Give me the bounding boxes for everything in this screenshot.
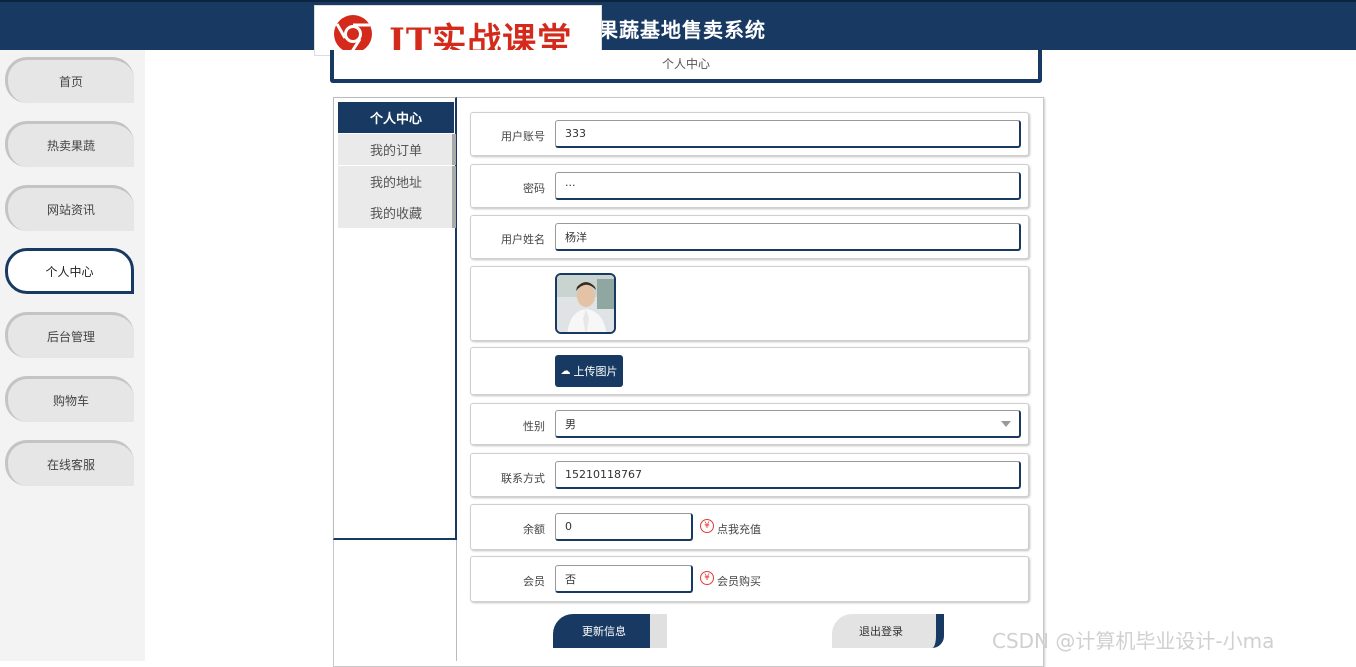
left-nav-orders[interactable]: 我的订单: [338, 134, 456, 165]
form-row-phone: 联系方式 15210118767: [470, 453, 1029, 497]
top-navbar: 果蔬基地售卖系统: [0, 0, 1356, 50]
form-row-upload: ☁ 上传图片: [470, 347, 1029, 395]
section-title: 个人中心: [330, 50, 1042, 83]
watermark: CSDN @计算机毕业设计-小ma: [992, 629, 1275, 653]
upload-image-button[interactable]: ☁ 上传图片: [555, 355, 623, 387]
form-row-password: 密码 ···: [470, 164, 1029, 208]
gender-label: 性别: [523, 420, 545, 433]
upload-label: 上传图片: [573, 365, 618, 378]
sidebar-item-home[interactable]: 首页: [5, 57, 134, 103]
password-label: 密码: [523, 182, 545, 195]
sidebar-item-cart[interactable]: 购物车: [5, 376, 134, 422]
left-nav-favorites[interactable]: 我的收藏: [338, 197, 456, 228]
recharge-link[interactable]: 点我充值: [717, 521, 761, 537]
sidebar-item-admin[interactable]: 后台管理: [5, 312, 134, 358]
sidebar-item-support[interactable]: 在线客服: [5, 440, 134, 486]
left-nav-favorites-label: 我的收藏: [369, 207, 422, 222]
cloud-upload-icon: ☁: [560, 365, 571, 377]
member-label: 会员: [523, 575, 545, 588]
left-nav-address[interactable]: 我的地址: [338, 166, 456, 197]
sidebar-item-hot-produce[interactable]: 热卖果蔬: [5, 121, 134, 167]
left-nav-orders-label: 我的订单: [369, 144, 422, 159]
phone-label: 联系方式: [501, 472, 545, 485]
username-input[interactable]: 333: [555, 120, 1021, 148]
nav-edge: [452, 197, 456, 228]
realname-label: 用户姓名: [501, 233, 545, 246]
left-nav-address-label: 我的地址: [369, 176, 422, 191]
logout-button[interactable]: 退出登录: [832, 614, 944, 648]
realname-input[interactable]: 杨洋: [555, 223, 1021, 251]
nav-edge: [452, 166, 456, 197]
site-title: 果蔬基地售卖系统: [598, 18, 766, 42]
form-row-avatar: [470, 266, 1029, 341]
gender-value: 男: [565, 417, 576, 431]
balance-label: 余额: [523, 523, 545, 536]
member-input[interactable]: 否: [555, 565, 693, 593]
password-input[interactable]: ···: [555, 172, 1021, 200]
sidebar-item-profile[interactable]: 个人中心: [5, 248, 134, 294]
avatar: [555, 273, 616, 334]
phone-input[interactable]: 15210118767: [555, 461, 1021, 489]
buy-membership-link[interactable]: 会员购买: [717, 573, 761, 589]
logo-overlay: IT实战课堂: [314, 5, 602, 61]
yen-icon[interactable]: ¥: [700, 571, 714, 585]
left-nav-profile[interactable]: 个人中心: [338, 102, 454, 133]
form-row-realname: 用户姓名 杨洋: [470, 215, 1029, 259]
chevron-down-icon: [1001, 421, 1011, 427]
form-row-gender: 性别 男: [470, 403, 1029, 445]
update-info-button[interactable]: 更新信息: [553, 614, 667, 648]
divider: [456, 540, 457, 661]
form-row-balance: 余额 0 ¥ 点我充值: [470, 504, 1029, 550]
yen-icon[interactable]: ¥: [700, 519, 714, 533]
balance-input[interactable]: 0: [555, 513, 693, 541]
username-label: 用户账号: [501, 130, 545, 143]
avatar-photo: [557, 275, 614, 332]
gender-select[interactable]: 男: [555, 410, 1021, 438]
form-row-username: 用户账号 333: [470, 112, 1029, 156]
nav-edge: [452, 134, 456, 165]
sidebar-item-news[interactable]: 网站资讯: [5, 185, 134, 231]
chrome-logo-icon: [334, 15, 372, 54]
form-row-member: 会员 否 ¥ 会员购买: [470, 556, 1029, 602]
